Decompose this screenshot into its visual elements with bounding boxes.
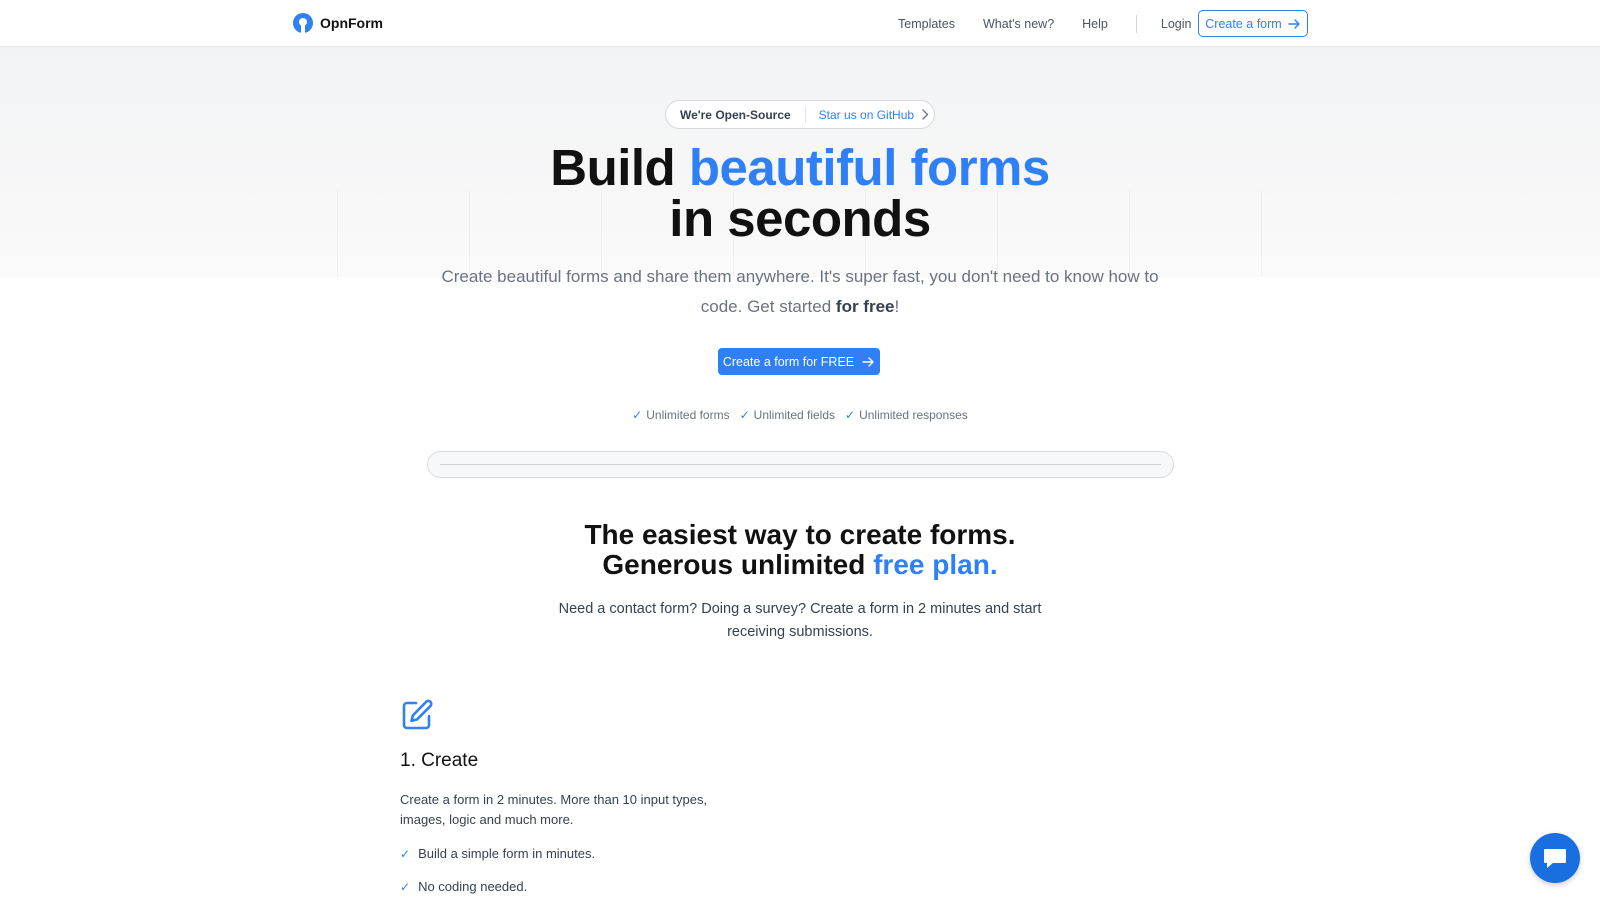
top-nav: OpnForm Templates What's new? Help Login… [0, 0, 1600, 47]
check-item: ✓ Unlimited forms [632, 408, 730, 422]
hero-title-highlight: beautiful forms [688, 139, 1050, 196]
nav-link-templates[interactable]: Templates [898, 17, 955, 31]
brand-name: OpnForm [320, 15, 383, 31]
create-form-free-button[interactable]: Create a form for FREE [718, 348, 880, 375]
check-icon: ✓ [845, 408, 856, 422]
check-item: ✓ Unlimited fields [739, 408, 836, 422]
section-description: Need a contact form? Doing a survey? Cre… [558, 601, 1042, 640]
create-form-button[interactable]: Create a form [1198, 10, 1308, 37]
open-source-pill[interactable]: We're Open-Source Star us on GitHub [665, 100, 935, 129]
github-link-label: Star us on GitHub [818, 107, 915, 122]
hero-title-line1: Build beautiful forms [550, 139, 1050, 196]
preview-frame [427, 451, 1174, 478]
create-form-button-label: Create a form [1205, 16, 1282, 31]
nav-link-help[interactable]: Help [1082, 17, 1108, 31]
check-icon: ✓ [632, 408, 643, 422]
chat-widget-button[interactable] [1530, 833, 1580, 883]
feature-bullet: ✓ No coding needed. [400, 879, 528, 894]
open-source-label: We're Open-Source [666, 106, 806, 123]
arrow-right-icon [1288, 18, 1300, 29]
check-icon: ✓ [400, 846, 411, 861]
frame-divider [440, 464, 1161, 465]
chat-bubble-icon [1544, 849, 1566, 868]
hero-subtitle-bold: for free [835, 297, 895, 316]
hero-title-line2: in seconds [669, 190, 931, 247]
edit-icon [402, 699, 433, 730]
nav-link-whats-new[interactable]: What's new? [983, 17, 1054, 31]
chevron-right-icon [922, 109, 929, 120]
feature-checks: ✓ Unlimited forms ✓ Unlimited fields ✓ Unli… [0, 408, 1600, 422]
section-title-line2: Generous unlimited free plan. [602, 549, 998, 580]
check-item: ✓ Unlimited responses [845, 408, 968, 422]
section-title-highlight: free plan. [873, 549, 998, 580]
check-icon: ✓ [400, 879, 411, 894]
check-icon: ✓ [739, 408, 750, 422]
feature-description: Create a form in 2 minutes. More than 10… [400, 792, 708, 827]
hero-subtitle: Create beautiful forms and share them an… [441, 267, 1159, 316]
section-title-line1: The easiest way to create forms. [584, 519, 1016, 550]
login-link[interactable]: Login [1161, 17, 1192, 31]
opnform-logo-icon [293, 13, 313, 33]
nav-links: Templates What's new? Help Login [898, 15, 1208, 33]
github-link[interactable]: Star us on GitHub [806, 108, 929, 122]
brand-logo[interactable]: OpnForm [293, 13, 383, 33]
create-form-free-label: Create a form for FREE [722, 354, 855, 369]
arrow-right-icon [862, 356, 874, 367]
nav-divider [1135, 15, 1137, 33]
feature-title: 1. Create [400, 750, 479, 771]
feature-bullet: ✓ Build a simple form in minutes. [400, 846, 596, 861]
